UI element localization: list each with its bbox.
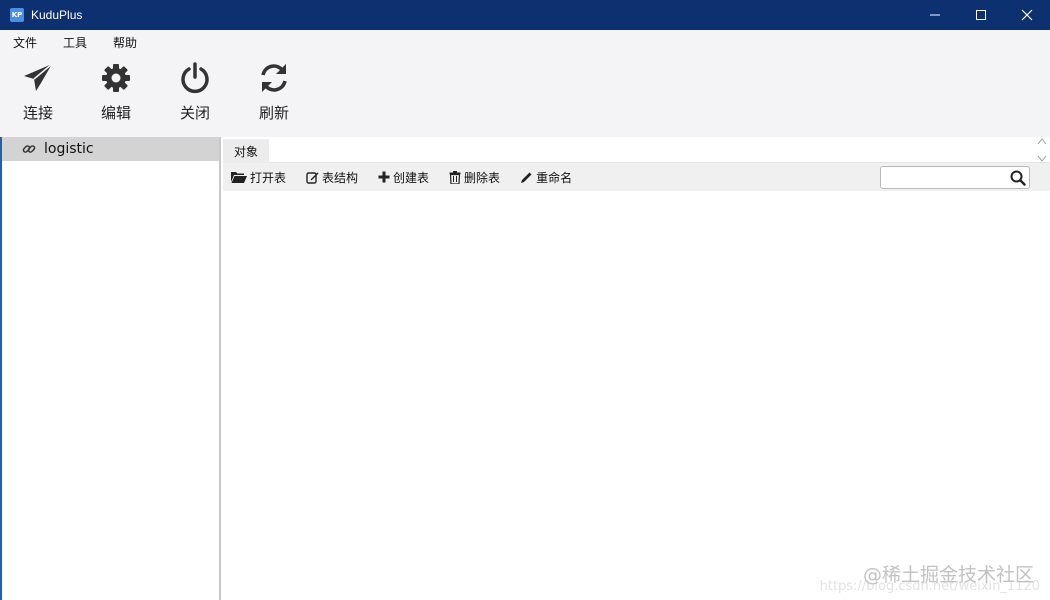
refresh-button[interactable]: 刷新	[244, 62, 304, 134]
rename-button[interactable]: 重命名	[520, 169, 572, 186]
title-bar: KP KuduPlus	[0, 0, 1050, 30]
object-list-area	[223, 192, 1050, 600]
connect-label: 连接	[22, 104, 53, 122]
open-table-label: 打开表	[250, 170, 287, 185]
gear-icon	[102, 64, 130, 92]
menu-bar: 文件 工具 帮助	[0, 30, 1050, 54]
trash-icon	[449, 170, 461, 184]
table-structure-label: 表结构	[322, 170, 359, 185]
maximize-icon	[976, 10, 986, 20]
search-box	[880, 166, 1030, 189]
connect-button[interactable]: 连接	[8, 62, 68, 134]
chevron-down-icon[interactable]	[1037, 155, 1047, 163]
tab-bar: 对象	[223, 137, 1050, 163]
close-connection-button[interactable]: 关闭	[165, 62, 225, 134]
power-icon	[181, 62, 209, 94]
window-controls	[912, 0, 1050, 30]
maximize-button[interactable]	[958, 0, 1004, 30]
paper-plane-icon	[24, 63, 53, 91]
create-table-button[interactable]: 创建表	[378, 169, 429, 186]
watermark: @稀土掘金技术社区	[862, 564, 1034, 586]
edit-square-icon	[306, 171, 319, 184]
open-table-button[interactable]: 打开表	[231, 169, 286, 186]
edit-button[interactable]: 编辑	[86, 62, 146, 134]
close-window-button[interactable]	[1004, 0, 1050, 30]
connection-tree: logistic	[0, 137, 221, 600]
tab-scroll-controls	[1036, 137, 1048, 163]
rename-label: 重命名	[536, 170, 573, 185]
menu-help[interactable]: 帮助	[113, 34, 137, 51]
object-toolbar: 打开表 表结构 创建表 删除表 重命名	[223, 163, 1050, 191]
search-icon[interactable]	[1010, 170, 1026, 186]
pencil-icon	[521, 172, 532, 183]
delete-table-button[interactable]: 删除表	[449, 169, 500, 186]
link-icon	[22, 145, 36, 153]
close-label: 关闭	[179, 104, 210, 122]
tree-item-logistic[interactable]: logistic	[2, 137, 219, 161]
chevron-up-icon[interactable]	[1037, 137, 1047, 145]
folder-open-icon	[231, 172, 247, 183]
tab-objects[interactable]: 对象	[223, 139, 269, 163]
refresh-label: 刷新	[258, 104, 289, 122]
minimize-icon	[930, 14, 940, 16]
window-title: KuduPlus	[31, 8, 83, 22]
menu-file[interactable]: 文件	[13, 34, 37, 51]
objects-panel: 对象 打开表 表结构 创建表 删除表 重命名	[223, 137, 1050, 600]
app-logo-icon: KP	[10, 8, 24, 22]
create-table-label: 创建表	[393, 170, 430, 185]
minimize-button[interactable]	[912, 0, 958, 30]
edit-label: 编辑	[100, 104, 131, 122]
search-input[interactable]	[881, 167, 1006, 188]
refresh-icon	[261, 64, 287, 92]
delete-table-label: 删除表	[464, 170, 501, 185]
main-toolbar: 连接 编辑 关闭 刷新	[0, 54, 1050, 137]
plus-icon	[378, 171, 390, 183]
tree-item-label: logistic	[44, 141, 94, 157]
close-icon	[1021, 9, 1033, 21]
menu-tools[interactable]: 工具	[63, 34, 87, 51]
table-structure-button[interactable]: 表结构	[306, 169, 358, 186]
